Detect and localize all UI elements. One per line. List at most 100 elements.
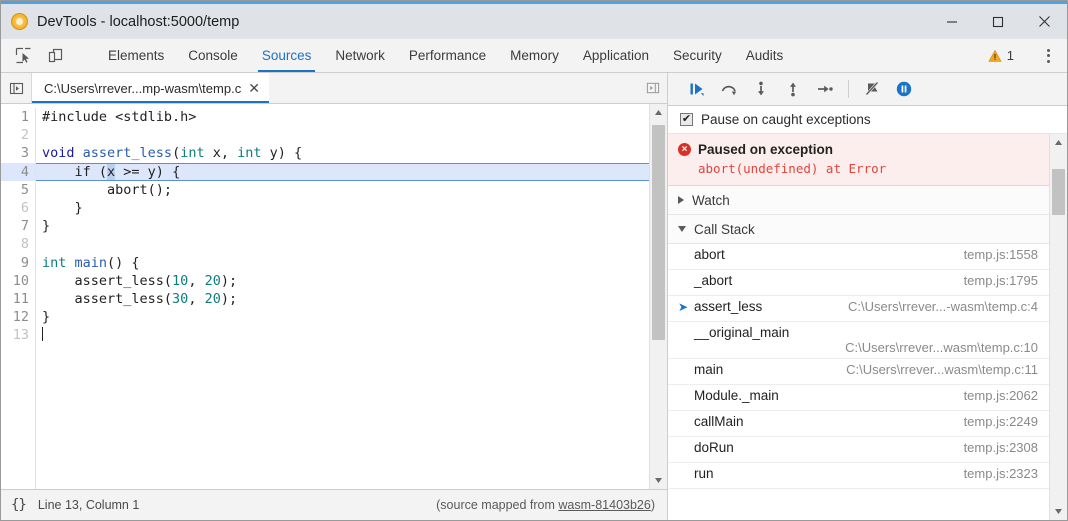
pretty-print-icon[interactable]: {} [11,497,26,513]
call-stack-frame[interactable]: aborttemp.js:1558 [668,244,1050,270]
call-stack-frame-location[interactable]: C:\Users\rrever...wasm\temp.c:10 [678,340,1038,355]
pause-on-caught-label: Pause on caught exceptions [701,112,871,127]
call-stack-list[interactable]: aborttemp.js:1558 _abort temp.js:1795 ➤asse… [668,244,1050,520]
code-token: } [42,200,83,216]
tab-audits[interactable]: Audits [734,39,796,72]
section-call-stack[interactable]: Call Stack [668,215,1050,244]
editor-scroll-thumb[interactable] [652,125,665,340]
maximize-icon[interactable] [975,4,1021,39]
show-navigator-icon[interactable] [1,73,32,103]
code-editor[interactable]: 1 2 3 4 5 6 7 8 9 10 11 12 13 #incl [1,104,667,489]
device-toolbar-icon[interactable] [43,44,67,68]
tab-elements-label: Elements [108,48,164,63]
minimize-icon[interactable] [929,4,975,39]
call-stack-frame[interactable]: Module._maintemp.js:2062 [668,385,1050,411]
tab-elements[interactable]: Elements [96,39,176,72]
tab-sources[interactable]: Sources [250,39,324,72]
show-debugger-icon[interactable] [639,73,667,103]
call-stack-frame-location[interactable]: temp.js:1558 [954,247,1038,262]
editor-scrollbar[interactable] [649,104,667,489]
debugger-toolbar [668,73,1067,106]
code-token: assert_less( [42,273,172,289]
code-token: #include <stdlib.h> [42,109,196,125]
source-map-note: (source mapped from wasm-81403b26) [436,498,655,512]
step-out-icon[interactable] [780,76,806,102]
tab-security[interactable]: Security [661,39,734,72]
step-over-icon[interactable] [716,76,742,102]
code-token: assert_less( [42,291,172,307]
call-stack-frame[interactable]: mainC:\Users\rrever...wasm\temp.c:11 [668,359,1050,385]
code-editor-viewport[interactable]: 1 2 3 4 5 6 7 8 9 10 11 12 13 #incl [1,104,649,489]
pause-on-caught-checkbox[interactable]: ✔ [680,113,693,126]
close-icon[interactable] [1021,4,1067,39]
call-stack-frame[interactable]: run temp.js:2323 [668,463,1050,489]
tab-security-label: Security [673,48,722,63]
line-number: 12 [1,308,35,326]
call-stack-frame[interactable]: doRuntemp.js:2308 [668,437,1050,463]
call-stack-frame[interactable]: __original_mainC:\Users\rrever...wasm\te… [668,322,1050,359]
section-watch[interactable]: Watch [668,186,1050,215]
call-stack-frame-location[interactable]: temp.js:2323 [954,466,1038,481]
step-into-icon[interactable] [748,76,774,102]
editor-scroll-track[interactable] [650,121,667,472]
call-stack-frame-location[interactable]: temp.js:1795 [954,273,1038,288]
line-number: 4 [1,163,35,181]
file-tab-temp-c[interactable]: C:\Users\rrever...mp-wasm\temp.c ✕ [32,73,269,103]
call-stack-frame-name: run [694,466,714,481]
code-token: ( [172,145,180,161]
call-stack-frame-location[interactable]: temp.js:2308 [954,440,1038,455]
step-icon[interactable] [812,76,838,102]
close-tab-icon[interactable]: ✕ [248,81,260,96]
line-number: 8 [1,235,35,253]
debugger-scroll-thumb[interactable] [1052,169,1065,215]
tab-application[interactable]: Application [571,39,661,72]
code-token: } [42,218,50,234]
editor-status-bar: {} Line 13, Column 1 (source mapped from… [1,489,667,520]
exception-title: Paused on exception [698,142,833,157]
code-line [42,235,649,253]
tab-console[interactable]: Console [176,39,250,72]
call-stack-frame-location[interactable]: C:\Users\rrever...-wasm\temp.c:4 [838,299,1038,314]
kebab-menu-icon[interactable] [1035,43,1061,69]
tab-memory[interactable]: Memory [498,39,571,72]
warning-indicator[interactable]: 1 [980,48,1022,63]
call-stack-frame-location[interactable]: temp.js:2062 [954,388,1038,403]
debugger-scroll-up-icon[interactable] [1050,134,1067,151]
call-stack-frame-location[interactable]: temp.js:2249 [954,414,1038,429]
code-token: 10 [172,273,188,289]
chevron-right-icon [678,196,684,204]
tab-audits-label: Audits [746,48,784,63]
call-stack-frame[interactable]: callMaintemp.js:2249 [668,411,1050,437]
code-token: ); [221,291,237,307]
call-stack-frame-location[interactable]: C:\Users\rrever...wasm\temp.c:11 [836,362,1038,377]
tab-application-label: Application [583,48,649,63]
deactivate-breakpoints-icon[interactable] [859,76,885,102]
tab-performance[interactable]: Performance [397,39,498,72]
call-stack-frame[interactable]: _abort temp.js:1795 [668,270,1050,296]
text-caret [42,327,43,341]
code-line: assert_less(30, 20); [42,290,649,308]
code-content[interactable]: #include <stdlib.h> void assert_less(int… [36,108,649,489]
pause-on-caught-exceptions-row[interactable]: ✔ Pause on caught exceptions [668,106,1067,134]
code-token: void [42,145,75,161]
inspect-element-icon[interactable] [11,44,35,68]
debugger-scroll-down-icon[interactable] [1050,503,1067,520]
code-token: x [107,164,115,180]
source-map-suffix: ) [651,498,655,512]
pause-on-exceptions-icon[interactable] [891,76,917,102]
resume-icon[interactable] [684,76,710,102]
call-stack-frame-name: _abort [694,273,732,288]
debugger-scroll-track[interactable] [1050,151,1067,503]
code-token: >= y) { [115,164,180,180]
code-line: } [42,199,649,217]
call-stack-frame[interactable]: ➤assert_lessC:\Users\rrever...-wasm\temp… [668,296,1050,322]
line-number: 11 [1,290,35,308]
code-line: int main() { [42,254,649,272]
tab-network[interactable]: Network [323,39,397,72]
scroll-down-icon[interactable] [650,472,667,489]
source-map-link[interactable]: wasm-81403b26 [558,498,650,512]
code-line [42,126,649,144]
scroll-up-icon[interactable] [650,104,667,121]
call-stack-frame-name: __original_main [694,325,789,340]
debugger-scrollbar[interactable] [1049,134,1067,520]
